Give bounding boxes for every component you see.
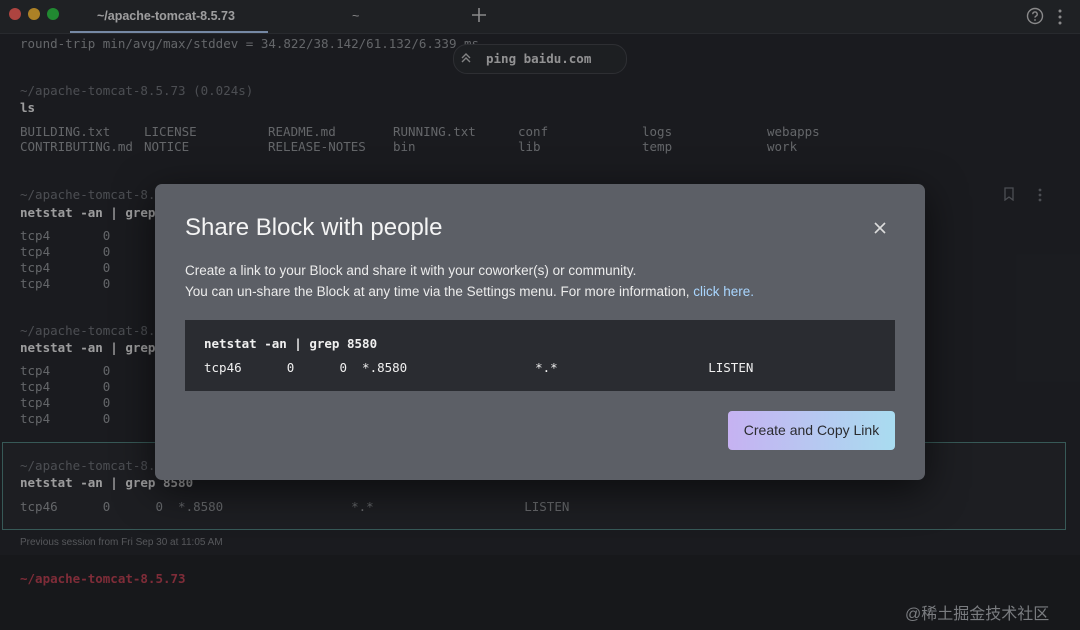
close-icon[interactable]: [873, 218, 887, 241]
preview-command: netstat -an | grep 8580: [204, 336, 378, 351]
create-and-copy-link-button[interactable]: Create and Copy Link: [728, 411, 895, 450]
preview-output: tcp46 0 0 *.8580 *.* LISTEN: [204, 360, 754, 375]
click-here-link[interactable]: click here.: [693, 284, 754, 299]
block-preview: netstat -an | grep 8580 tcp46 0 0 *.8580…: [185, 320, 895, 391]
modal-description-line2: You can un-share the Block at any time v…: [185, 284, 755, 299]
modal-title: Share Block with people: [185, 214, 443, 241]
watermark: @稀土掘金技术社区: [905, 606, 1050, 623]
share-block-modal: Share Block with people Create a link to…: [155, 184, 925, 480]
modal-description-line1: Create a link to your Block and share it…: [185, 263, 637, 278]
